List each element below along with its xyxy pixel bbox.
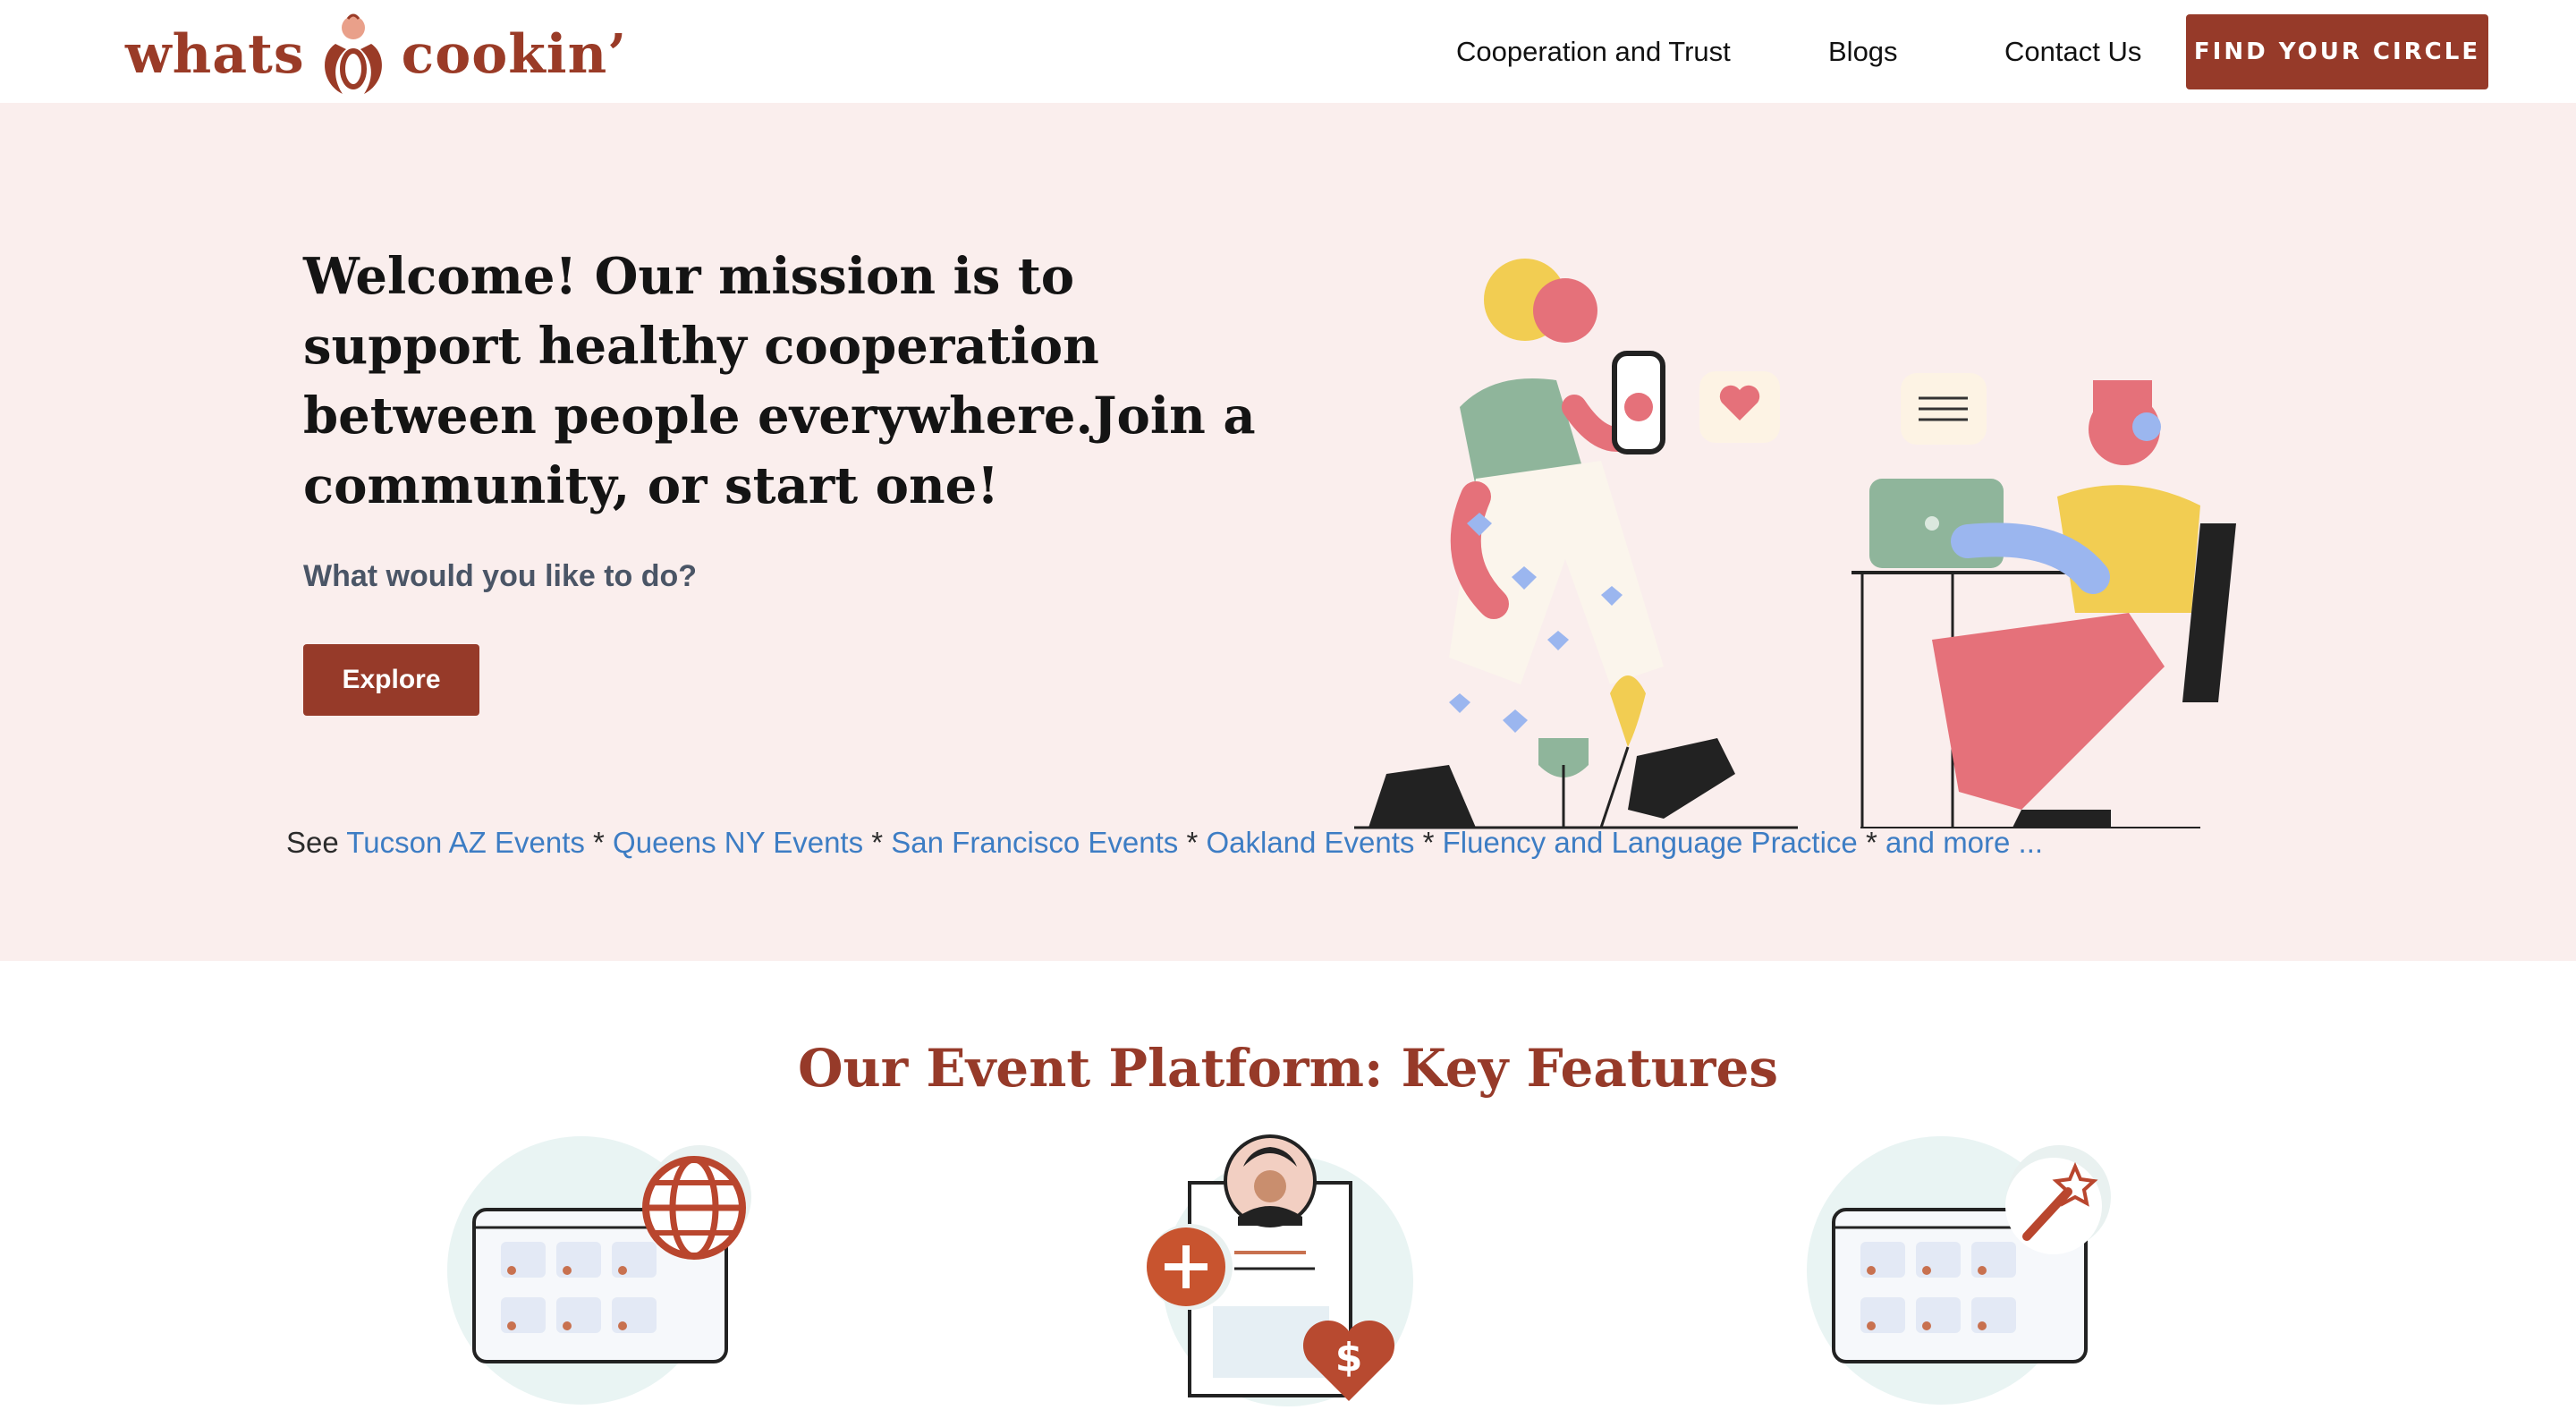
globe-calendar-icon xyxy=(447,1136,751,1405)
events-separator: * xyxy=(1422,826,1435,859)
nav-link-blogs[interactable]: Blogs xyxy=(1828,36,1898,68)
logo-mark-icon xyxy=(324,13,382,94)
hero-section: Welcome! Our mission is to support healt… xyxy=(0,103,2576,961)
nav-item-contact: Contact Us xyxy=(2004,0,2141,103)
nav-item-blogs: Blogs xyxy=(1828,0,1898,103)
hero-title: Welcome! Our mission is to support healt… xyxy=(303,247,1256,515)
magic-wand-calendar-icon xyxy=(1807,1136,2111,1405)
event-link-oakland[interactable]: Oakland Events xyxy=(1206,826,1414,859)
events-separator: * xyxy=(1865,826,1877,859)
logo-word-right: cookin’ xyxy=(401,22,628,86)
site-logo[interactable]: whats cookin’ xyxy=(125,7,627,101)
people-illustration-icon xyxy=(1354,259,2236,829)
events-prefix: See xyxy=(286,826,339,859)
site-header: whats cookin’ Cooperation and Trust Blog… xyxy=(0,0,2576,103)
event-link-san-francisco[interactable]: San Francisco Events xyxy=(891,826,1178,859)
events-separator: * xyxy=(871,826,884,859)
svg-text:$: $ xyxy=(1335,1335,1363,1380)
events-separator: * xyxy=(593,826,605,859)
nav-link-cooperation-and-trust[interactable]: Cooperation and Trust xyxy=(1456,36,1731,68)
event-link-tucson[interactable]: Tucson AZ Events xyxy=(346,826,585,859)
events-links: See Tucson AZ Events * Queens NY Events … xyxy=(286,826,2043,860)
hero-subtitle: What would you like to do? xyxy=(303,559,698,593)
event-link-more[interactable]: and more ... xyxy=(1885,826,2043,859)
logo-word-left: whats xyxy=(125,22,305,86)
explore-button[interactable]: Explore xyxy=(303,644,479,716)
event-link-queens[interactable]: Queens NY Events xyxy=(613,826,863,859)
events-separator: * xyxy=(1186,826,1199,859)
nav-link-contact-us[interactable]: Contact Us xyxy=(2004,36,2141,68)
features-title: Our Event Platform: Key Features xyxy=(797,1038,1779,1099)
find-your-circle-button[interactable]: FIND YOUR CIRCLE xyxy=(2186,14,2488,89)
event-link-fluency[interactable]: Fluency and Language Practice xyxy=(1443,826,1858,859)
profile-add-donate-icon: $ xyxy=(1147,1134,1413,1406)
nav-item-cooperation: Cooperation and Trust xyxy=(1456,0,1731,103)
